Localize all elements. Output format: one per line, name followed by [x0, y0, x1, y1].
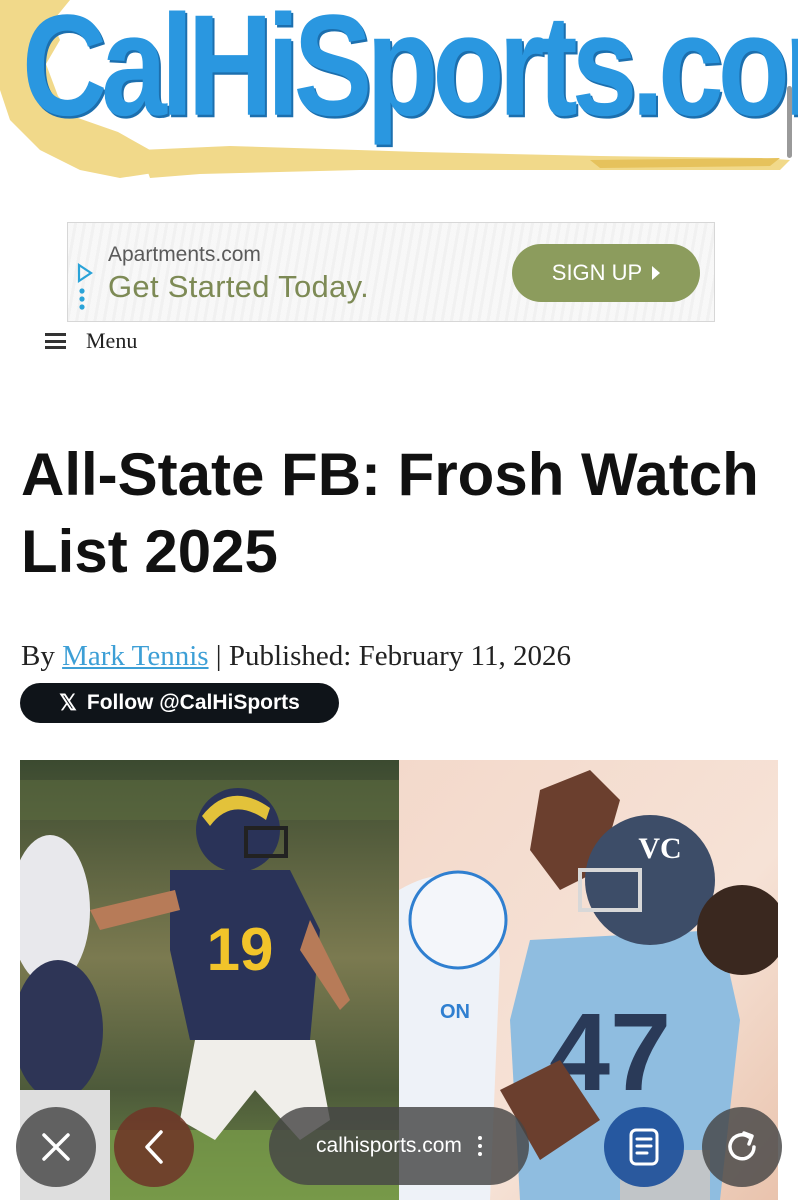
site-logo[interactable]: CalHiSports.com — [0, 0, 798, 190]
ad-signup-label: SIGN UP — [551, 260, 643, 285]
back-button[interactable] — [114, 1107, 194, 1187]
byline: By Mark Tennis | Published: February 11,… — [21, 640, 571, 673]
play-arrow-icon — [652, 266, 661, 280]
reload-icon — [728, 1131, 756, 1161]
ad-brand: Apartments.com — [108, 243, 261, 266]
menu-label: Menu — [86, 328, 138, 353]
menu-toggle[interactable]: Menu — [45, 326, 137, 356]
author-link[interactable]: Mark Tennis — [62, 640, 208, 672]
helmet-logo: VC — [638, 832, 681, 865]
hamburger-icon — [45, 333, 66, 349]
side-text: ON — [440, 1001, 470, 1023]
byline-separator: | — [215, 640, 222, 672]
chevron-left-icon — [145, 1130, 163, 1164]
reader-mode-button[interactable] — [604, 1107, 684, 1187]
published-label: Published: — [228, 640, 352, 672]
follow-button[interactable]: 𝕏 Follow @CalHiSports — [20, 683, 339, 723]
logo-text: CalHiSports.com — [22, 0, 798, 147]
article-title: All-State FB: Frosh Watch List 2025 — [21, 441, 759, 585]
ad-headline: Get Started Today. — [108, 269, 370, 304]
reader-icon — [629, 1128, 659, 1166]
close-icon — [42, 1133, 70, 1161]
url-text: calhisports.com — [316, 1134, 462, 1157]
ad-signup-button[interactable]: SIGN UP — [512, 244, 700, 302]
x-logo-icon: 𝕏 — [59, 690, 77, 715]
reload-button[interactable] — [702, 1107, 782, 1187]
address-bar[interactable]: calhisports.com — [269, 1107, 529, 1185]
scrollbar-thumb[interactable] — [787, 86, 792, 158]
follow-label: Follow @CalHiSports — [86, 691, 300, 714]
published-date: February 11, 2026 — [358, 640, 571, 672]
close-tab-button[interactable] — [16, 1107, 96, 1187]
ad-banner[interactable]: Apartments.com Get Started Today. SIGN U… — [67, 222, 715, 322]
more-vertical-icon[interactable] — [477, 1136, 482, 1156]
left-jersey-number: 19 — [207, 916, 274, 983]
byline-prefix: By — [21, 640, 55, 672]
ad-choices-icon[interactable] — [74, 263, 94, 319]
